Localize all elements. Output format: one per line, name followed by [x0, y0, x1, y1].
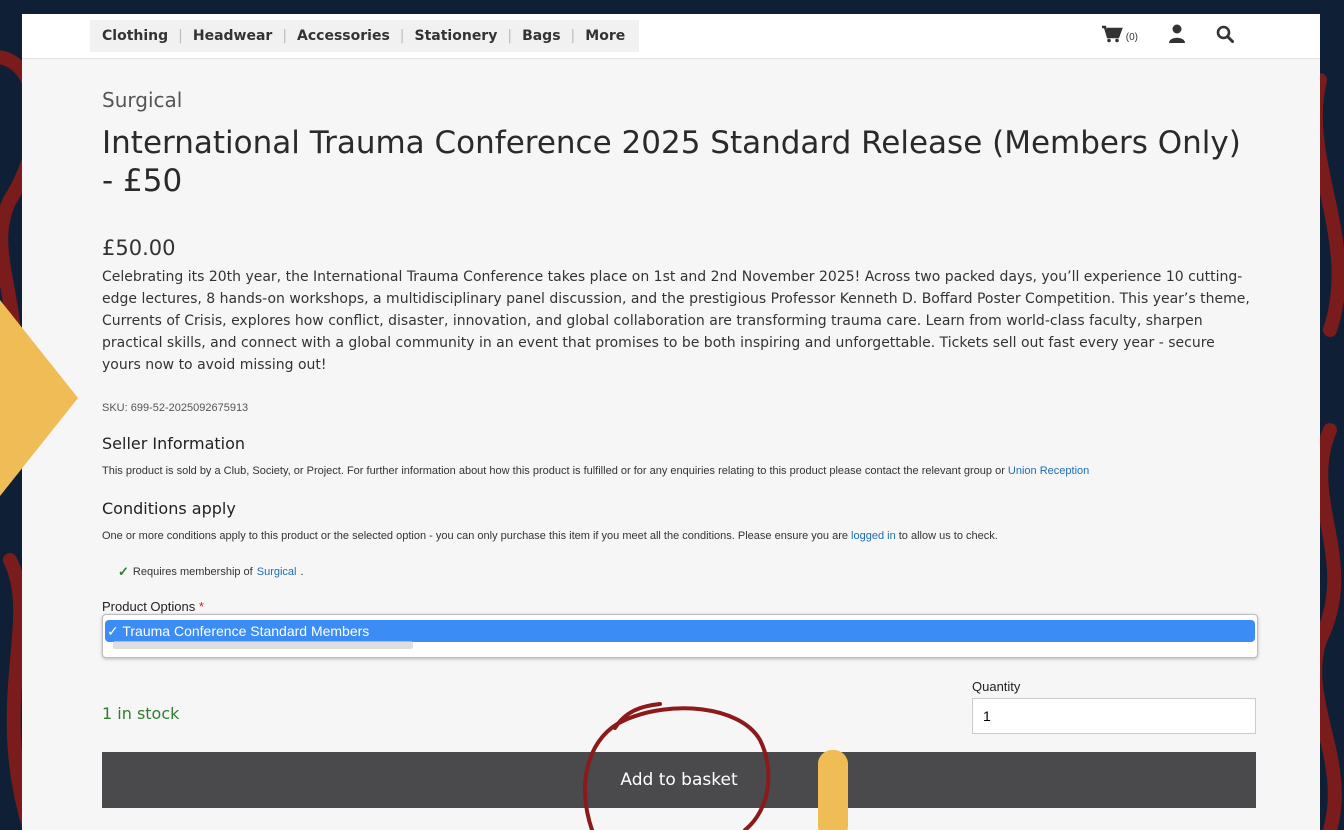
conditions-body: One or more conditions apply to this pro… — [102, 530, 852, 542]
seller-heading: Seller Information — [102, 434, 246, 453]
cart-button[interactable]: (0) — [1101, 25, 1138, 43]
logged-in-link[interactable]: logged in — [851, 530, 896, 542]
product-page-panel: Clothing | Headwear | Accessories | Stat… — [22, 14, 1320, 830]
union-reception-link[interactable]: Union Reception — [1008, 465, 1089, 477]
seller-text: This product is sold by a Club, Society,… — [102, 465, 1262, 477]
search-icon[interactable] — [1216, 25, 1234, 43]
add-to-basket-button[interactable]: Add to basket — [102, 752, 1256, 808]
surgical-link[interactable]: Surgical — [257, 566, 297, 578]
quantity-label: Quantity — [972, 679, 1021, 694]
menu-separator: | — [282, 28, 288, 44]
conditions-text: One or more conditions apply to this pro… — [102, 530, 1262, 542]
product-price: £50.00 — [102, 236, 176, 260]
menu-separator: | — [178, 28, 183, 44]
menu-separator: | — [507, 28, 513, 44]
selected-option[interactable]: ✓ Trauma Conference Standard Members — [105, 620, 1255, 642]
category-menu: Clothing | Headwear | Accessories | Stat… — [90, 20, 640, 52]
menu-item-more[interactable]: More — [585, 28, 625, 44]
conditions-heading: Conditions apply — [102, 499, 236, 518]
menu-separator: | — [570, 28, 576, 44]
requirement-text: Requires membership of — [132, 566, 253, 578]
checkmark-icon: ✓ — [118, 564, 129, 579]
top-navigation: Clothing | Headwear | Accessories | Stat… — [22, 14, 1320, 59]
product-category: Surgical — [102, 88, 183, 112]
seller-body: This product is sold by a Club, Society,… — [102, 465, 1008, 477]
product-options-label-text: Product Options — [102, 599, 196, 614]
cart-icon — [1101, 25, 1123, 43]
conditions-body-end: to allow us to check. — [895, 530, 998, 542]
product-options-label: Product Options * — [102, 599, 204, 614]
product-sku: SKU: 699-52-2025092675913 — [102, 402, 249, 414]
user-icon[interactable] — [1168, 24, 1186, 44]
menu-item-clothing[interactable]: Clothing — [102, 28, 168, 44]
quantity-input[interactable] — [972, 698, 1256, 734]
requirement-item: ✓ Requires membership of Surgical. — [118, 564, 304, 580]
menu-separator: | — [399, 28, 405, 44]
required-mark: * — [198, 599, 204, 614]
menu-item-stationery[interactable]: Stationery — [415, 28, 498, 44]
menu-item-headwear[interactable]: Headwear — [193, 28, 272, 44]
requirement-end: . — [300, 566, 304, 578]
hidden-option — [113, 641, 413, 649]
stock-status: 1 in stock — [102, 704, 180, 723]
cart-count: (0) — [1125, 32, 1138, 43]
menu-item-bags[interactable]: Bags — [522, 28, 560, 44]
nav-icons: (0) — [1101, 24, 1234, 44]
menu-item-accessories[interactable]: Accessories — [297, 28, 390, 44]
product-title: International Trauma Conference 2025 Sta… — [102, 125, 1241, 199]
product-description: Celebrating its 20th year, the Internati… — [102, 269, 1250, 373]
product-options-dropdown[interactable]: ✓ Trauma Conference Standard Members — [102, 614, 1258, 658]
